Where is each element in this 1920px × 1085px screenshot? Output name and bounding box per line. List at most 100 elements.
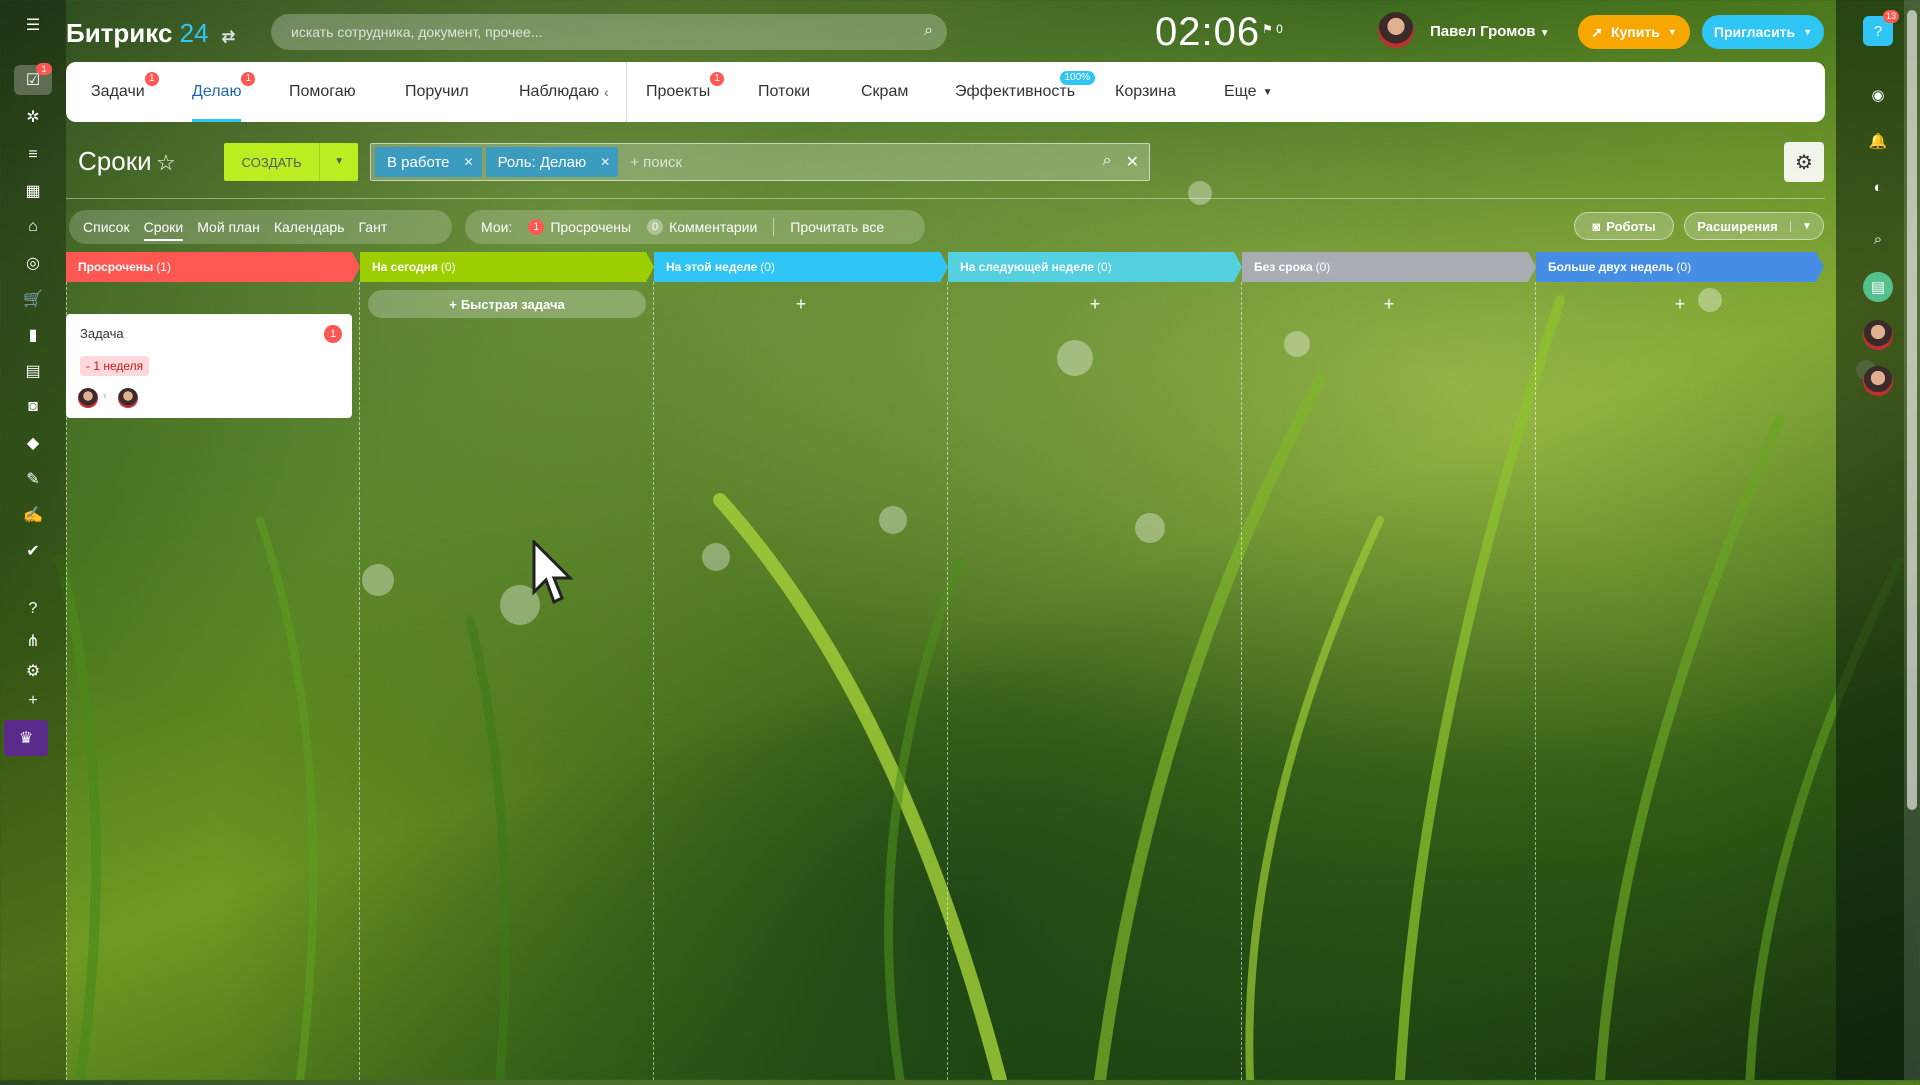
tab-label: Скрам [861,83,909,100]
clock[interactable]: 02:06 [1155,10,1260,55]
overdue-counter[interactable]: 1 Просрочены [528,219,631,235]
chevron-left-icon[interactable]: ‹ [604,62,609,122]
calendar-icon[interactable]: ▦ [14,176,52,206]
close-icon[interactable]: ✕ [464,155,474,169]
extensions-button[interactable]: Расширения ▼ [1684,212,1824,240]
tab-helping[interactable]: Помогаю [289,62,356,122]
star-icon[interactable]: ☆ [156,150,176,176]
tab-label: Задачи [91,83,145,100]
crown-icon[interactable]: ♛ [4,720,48,756]
tab-efficiency[interactable]: Эффективность 100% [955,62,1096,122]
add-task-plus-icon[interactable]: + [1536,294,1824,315]
buy-button[interactable]: ➚ Купить ▼ [1578,15,1690,49]
add-task-plus-icon[interactable]: + [654,294,948,315]
help-icon[interactable]: ? [14,594,52,624]
tab-projects[interactable]: Проекты 1 [646,62,725,122]
view-gantt[interactable]: Гант [359,219,388,235]
tab-trash[interactable]: Корзина [1115,62,1176,122]
box-icon[interactable]: ◆ [14,428,52,458]
filter-chip[interactable]: Роль: Делаю ✕ [485,147,619,177]
bell-icon[interactable]: 🔔 [1863,126,1893,156]
clear-icon[interactable]: ✕ [1126,152,1139,172]
creator-avatar[interactable] [78,388,98,408]
column-count: (0) [1676,260,1692,274]
add-task-plus-icon[interactable]: + [948,294,1242,315]
tab-flows[interactable]: Потоки [758,62,810,122]
filter-icon[interactable]: ≡ [14,140,52,170]
create-button[interactable]: СОЗДАТЬ ▼ [224,143,358,181]
search-input[interactable]: искать сотрудника, документ, прочее... [291,24,543,40]
cart-icon[interactable]: 🛒 [14,284,52,314]
responsible-avatar[interactable] [118,388,138,408]
switch-icon[interactable]: ⇄ [222,29,235,46]
view-my-plan[interactable]: Мой план [197,219,260,235]
tab-badge: 1 [241,72,256,86]
task-card[interactable]: Задача 1 - 1 неделя › [66,314,352,418]
close-icon[interactable]: ✕ [600,155,610,169]
robots-button[interactable]: ◙ Роботы [1574,212,1674,240]
edit-list-icon[interactable]: ✎ [14,464,52,494]
chevron-down-icon[interactable]: ▼ [1790,220,1823,232]
tab-assigned[interactable]: Поручил [405,62,469,122]
robot-icon[interactable]: ◙ [14,392,52,422]
user-avatar[interactable] [1378,12,1414,48]
scrollbar-thumb[interactable] [1907,10,1917,810]
menu-icon[interactable]: ☰ [14,10,52,40]
contact-card-icon[interactable]: ▤ [14,356,52,386]
check-icon[interactable]: ✔ [14,536,52,566]
column-count: (0) [440,260,456,274]
task-deadline[interactable]: - 1 неделя [80,356,150,376]
sitemap-icon[interactable]: ⋔ [14,626,52,656]
add-task-plus-icon[interactable]: + [1242,294,1536,315]
comments-counter[interactable]: 0 Комментарии [647,219,757,235]
search-icon[interactable]: ⌕ [924,22,933,40]
gear-icon[interactable]: ⚙ [1784,142,1824,182]
filter-search[interactable]: В работе ✕ Роль: Делаю ✕ + поиск ⌕ ✕ [370,143,1150,181]
global-search[interactable]: искать сотрудника, документ, прочее... ⌕ [271,14,947,50]
target-icon[interactable]: ◎ [14,248,52,278]
column-header[interactable]: Больше двух недель (0) [1536,252,1824,282]
tab-more[interactable]: Еще ▼ [1224,62,1272,122]
settings-icon[interactable]: ⚙ [14,656,52,686]
view-deadlines[interactable]: Сроки [143,219,183,241]
quick-task-button[interactable]: + Быстрая задача [368,290,646,318]
filter-input[interactable]: + поиск [630,154,682,171]
home-icon[interactable]: ⌂ [14,212,52,242]
tab-tasks[interactable]: Задачи 1 [91,62,159,122]
scrollbar[interactable] [1904,0,1920,1080]
user-menu[interactable]: Павел Громов ▼ [1430,23,1550,40]
read-all-link[interactable]: Прочитать все [790,219,884,235]
column-header[interactable]: На следующей неделе (0) [948,252,1242,282]
help-icon[interactable]: ? 13 [1863,10,1899,46]
tab-watching[interactable]: Наблюдаю [519,62,599,122]
column-header[interactable]: На сегодня (0) [360,252,654,282]
chart-icon[interactable]: ▮ [14,320,52,350]
column-count: (0) [1315,260,1331,274]
view-calendar[interactable]: Календарь [274,219,345,235]
chip-label: В работе [387,153,450,171]
flag-counter[interactable]: ⚑ 0 [1262,22,1283,36]
column-header[interactable]: Без срока (0) [1242,252,1536,282]
column-header[interactable]: На этой неделе (0) [654,252,948,282]
view-list[interactable]: Список [83,219,130,235]
invite-button[interactable]: Пригласить ▼ [1702,15,1824,49]
search-icon[interactable]: ⌕ [1863,224,1893,254]
chevron-down-icon: ▼ [1262,86,1273,98]
copilot-icon[interactable]: ◉ [1863,80,1893,110]
plus-icon[interactable]: + [14,686,52,716]
contact-avatar[interactable] [1863,366,1893,396]
filter-chip[interactable]: В работе ✕ [375,147,482,177]
chat-icon[interactable]: ◐ [1863,172,1893,202]
chevron-down-icon[interactable]: ▼ [319,143,358,181]
search-icon[interactable]: ⌕ [1103,152,1112,172]
sign-icon[interactable]: ✍ [14,500,52,530]
column-header[interactable]: Просрочены (1) [66,252,360,282]
logo[interactable]: Битрикс 24 ⇄ [66,18,235,49]
task-title[interactable]: Задача [80,326,124,341]
contact-avatar[interactable] [1863,320,1893,350]
feed-icon[interactable]: ✲ [14,102,52,132]
tab-scrum[interactable]: Скрам [861,62,908,122]
tasks-icon[interactable]: ☑ 1 [14,63,52,95]
tab-doing[interactable]: Делаю 1 [192,62,256,122]
notes-icon[interactable]: ▤ [1863,272,1893,302]
